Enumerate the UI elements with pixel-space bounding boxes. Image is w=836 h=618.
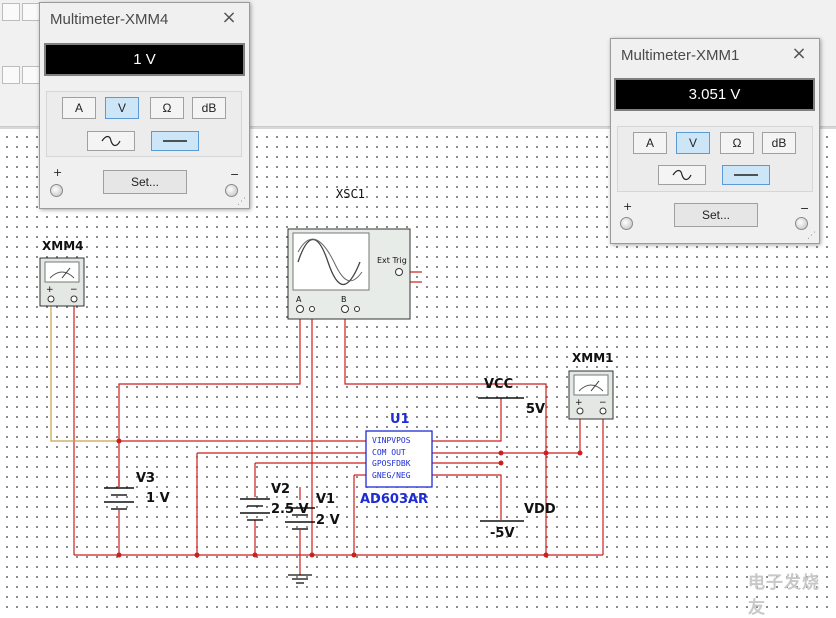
multimeter-xmm4-ohmmeter-button[interactable]: Ω [150,97,184,119]
vdd-ref-label: VDD [524,502,556,517]
multimeter-xmm1-voltmeter-button[interactable]: V [676,132,710,154]
multimeter-xmm1-resize-grip-icon[interactable]: ⋰ [807,231,817,241]
oscilloscope-xsc1[interactable] [287,228,411,320]
multimeter-xmm4-dc-button[interactable] [151,131,199,151]
vdd-value-label: -5V [490,526,515,541]
oscilloscope-ext-trig-label: Ext Trig [377,256,407,265]
multimeter-xmm1-ammeter-button[interactable]: A [633,132,667,154]
multimeter-xmm4-resize-grip-icon[interactable]: ⋰ [237,197,247,207]
meter-xmm1-ref-label: XMM1 [572,351,613,365]
oscilloscope-a-label: A [296,295,302,304]
multimeter-xmm4-db-button[interactable]: dB [192,97,226,119]
meter-xmm4-ref-label: XMM4 [42,239,83,253]
multimeter-xmm4-minus-terminal[interactable] [225,184,238,197]
ground-symbol[interactable] [288,574,312,584]
wire-osc-a-to-v3 [118,314,301,470]
multimeter-xmm4-voltmeter-button[interactable]: V [105,97,139,119]
wire-vcc [432,398,502,442]
multimeter-xmm1-set-button[interactable]: Set... [674,203,758,227]
multimeter-xmm1-dc-button[interactable] [722,165,770,185]
oscilloscope-terminal-b [341,305,349,313]
multimeter-xmm4-title: Multimeter-XMM4 [50,11,169,28]
multimeter-xmm4-window[interactable]: Multimeter-XMM4 × 1 V A V Ω dB + Set... … [39,2,250,209]
wire-xmm4-plus[interactable] [50,304,119,442]
multimeter-xmm1-title: Multimeter-XMM1 [621,47,740,64]
multimeter-xmm4-plus-terminal[interactable] [50,184,63,197]
multimeter-xmm1-minus-terminal[interactable] [795,217,808,230]
multimeter-xmm4-ammeter-button[interactable]: A [62,97,96,119]
v3-ref-label: V3 [136,471,155,486]
u1-pin-row-2: COM OUT [372,448,406,457]
multimeter-xmm1-plus-sign: + [623,200,633,213]
multimeter-xmm4-close-icon[interactable]: × [218,7,240,29]
ac-wave-icon [672,169,692,181]
multimeter-xmm4-minus-sign: − [230,168,240,181]
multimeter-xmm1-plus-terminal[interactable] [620,217,633,230]
v3-value-label: 1 V [146,491,170,506]
dc-line-icon [163,140,187,142]
multimeter-xmm4-ac-button[interactable] [87,131,135,151]
watermark: 电子发烧友 [748,573,820,618]
oscilloscope-ext-trig-terminal [395,268,403,276]
multimeter-xmm1-ac-button[interactable] [658,165,706,185]
oscilloscope-screen [292,232,370,291]
v2-source[interactable] [240,498,270,521]
svg-text:+: + [575,398,583,408]
u1-part-label: AD603AR [360,492,428,507]
v2-ref-label: V2 [271,482,290,497]
oscilloscope-b-label: B [341,295,347,304]
multimeter-xmm1-ohmmeter-button[interactable]: Ω [720,132,754,154]
svg-text:+: + [46,285,54,295]
multimeter-xmm4-display: 1 V [44,43,245,76]
v1-value-label: 2 V [316,513,340,528]
svg-text:−: − [599,398,607,408]
multimeter-xmm1-display: 3.051 V [614,78,815,111]
u1-ref-label: U1 [390,412,410,427]
svg-text:−: − [70,285,78,295]
meter-xmm4-symbol[interactable]: + − [39,257,85,307]
wire-out-xmm1 [432,414,581,454]
multimeter-xmm1-db-button[interactable]: dB [762,132,796,154]
ac-wave-icon [101,135,121,147]
u1-pin-row-3: GPOSFDBK [372,459,411,468]
multimeter-xmm1-window[interactable]: Multimeter-XMM1 × 3.051 V A V Ω dB + Set… [610,38,820,244]
wire-neg-vdd [432,474,502,520]
multimeter-xmm1-close-icon[interactable]: × [788,43,810,65]
v3-source[interactable] [104,470,134,510]
meter-xmm1-symbol[interactable]: + − [568,370,614,420]
vcc-ref-label: VCC [484,377,513,392]
u1-pin-row-1: VINPVPOS [372,436,411,445]
vcc-value-label: 5V [526,402,545,417]
multimeter-xmm4-plus-sign: + [53,166,63,179]
v1-ref-label: V1 [316,492,335,507]
multimeter-xmm4-set-button[interactable]: Set... [103,170,187,194]
multimeter-xmm1-minus-sign: − [800,202,810,215]
oscilloscope-ref-label: XSC1 [336,187,365,201]
u1-pin-row-4: GNEG/NEG [372,471,411,480]
oscilloscope-terminal-a [296,305,304,313]
dc-line-icon [734,174,758,176]
